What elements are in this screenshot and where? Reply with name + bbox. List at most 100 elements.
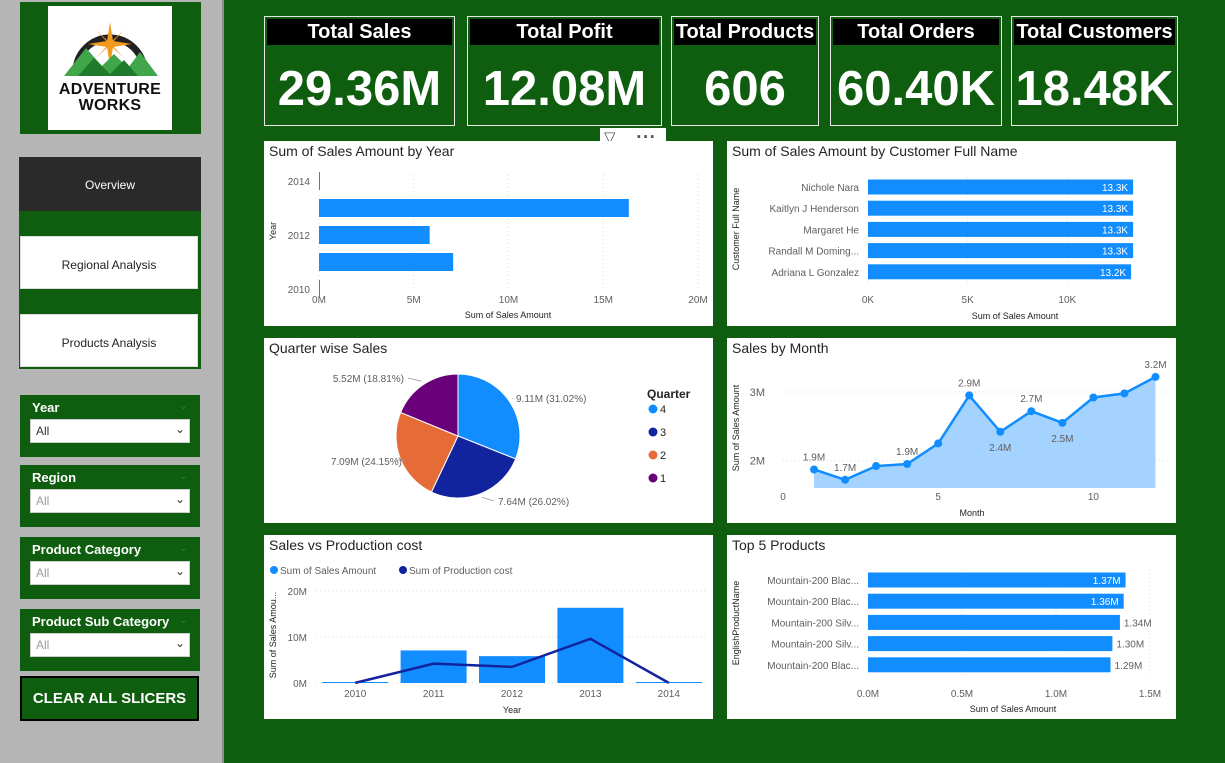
data-label: 13.3K: [1102, 247, 1128, 258]
chart-sales-vs-production-cost[interactable]: Sales vs Production cost 0M 10M 20M 2010 201…: [264, 535, 713, 719]
region-dropdown-value: All: [36, 494, 50, 508]
data-label: 1.36M: [1091, 597, 1119, 608]
x-tick-label: 2012: [501, 689, 524, 700]
y-tick-label: 20M: [288, 587, 307, 598]
x-tick-label: 1.5M: [1139, 689, 1161, 700]
y-tick-label: Kaitlyn J Henderson: [770, 204, 860, 215]
x-tick-label: 2014: [658, 689, 681, 700]
data-point: [1027, 407, 1036, 416]
data-label: 1.7M: [834, 463, 856, 474]
kpi-title: Total Sales: [267, 19, 452, 45]
y-axis-title: EnglishProductName: [731, 581, 741, 666]
y-tick-label: 0M: [293, 679, 307, 690]
data-label: 1.29M: [1115, 661, 1143, 672]
sales-by-month-plot: 2M 3M 0 5 10 1.9M 1.7M 1.9M 2.9M 2.4M 2.7M 2.5M 3.2M…: [731, 360, 1171, 518]
x-tick-label: 2011: [423, 689, 445, 700]
bar: [319, 226, 430, 244]
product-sub-category-slicer-label: Product Sub Category: [32, 614, 170, 629]
overview-button[interactable]: Overview: [19, 157, 201, 211]
kpi-value: 29.36M: [277, 62, 442, 116]
bar: [479, 656, 545, 683]
x-tick-label: 0.5M: [951, 689, 973, 700]
kpi-total-sales: Total Sales 29.36M: [264, 16, 455, 126]
year-dropdown[interactable]: All ⌄: [30, 419, 190, 443]
y-tick-label: 3M: [750, 387, 765, 399]
x-axis-title: Sum of Sales Amount: [970, 704, 1057, 714]
data-label: 2.7M: [1020, 394, 1042, 405]
x-tick-label: 1.0M: [1045, 689, 1067, 700]
kpi-value: 60.40K: [836, 62, 995, 116]
collapse-icon[interactable]: ⌄: [179, 613, 188, 626]
year-slicer-label: Year: [32, 400, 60, 415]
y-tick-label: Mountain-200 Silv...: [771, 618, 859, 629]
collapse-icon[interactable]: ⌄: [179, 541, 188, 554]
data-point: [1120, 389, 1129, 398]
x-tick-label: 2013: [579, 689, 602, 700]
x-tick-label: 0.0M: [857, 689, 879, 700]
data-point: [810, 465, 819, 474]
legend-marker: [648, 427, 658, 437]
logo-panel: ADVENTURE WORKS: [20, 2, 201, 134]
y-tick-label: 2010: [288, 285, 311, 296]
bar: [868, 243, 1134, 259]
regional-analysis-button[interactable]: Regional Analysis: [20, 236, 198, 289]
x-tick-label: 15M: [594, 295, 613, 306]
slice-label: 7.64M (26.02%): [498, 497, 569, 508]
y-tick-label: Mountain-200 Silv...: [771, 640, 859, 651]
legend-label: 2: [660, 450, 666, 462]
leader-line: [407, 377, 422, 382]
kpi-value: 606: [704, 62, 786, 116]
data-label: 2.5M: [1051, 434, 1073, 445]
x-tick-label: 2010: [344, 689, 367, 700]
kpi-total-products: Total Products 606: [671, 16, 819, 126]
region-dropdown[interactable]: All ⌄: [30, 489, 190, 513]
clear-all-slicers-button[interactable]: CLEAR ALL SLICERS: [20, 676, 199, 721]
product-category-dropdown[interactable]: All ⌄: [30, 561, 190, 585]
chart-sales-by-year[interactable]: Sum of Sales Amount by Year 0M 5M 10M 15M 20…: [264, 141, 713, 326]
leader-line: [482, 497, 495, 502]
chart-sales-by-month[interactable]: Sales by Month 2M 3M 0 5 10 1.9M 1.7M 1.9M 2.9M 2…: [727, 338, 1176, 523]
y-axis-title: Sum of Sales Amount: [731, 384, 741, 471]
bar: [400, 650, 467, 683]
chart-top-5-products[interactable]: Top 5 Products 0.0M 0.5M 1.0M 1.5M 1.37M Moun…: [727, 535, 1176, 719]
region-slicer: Region ⌄ All ⌄: [20, 465, 200, 527]
sidebar: ADVENTURE WORKS Overview Regional Analys…: [0, 0, 224, 763]
product-sub-category-dropdown[interactable]: All ⌄: [30, 633, 190, 657]
data-label: 2.9M: [958, 378, 980, 389]
bar: [319, 280, 320, 298]
x-axis-title: Sum of Sales Amount: [465, 310, 552, 320]
sales-by-customer-plot: 0K 5K 10K 13.3K Nichole Nara 13.3K Kaitlyn J H…: [731, 177, 1134, 321]
kpi-title: Total Products: [674, 19, 816, 45]
chart-sales-by-customer[interactable]: Sum of Sales Amount by Customer Full Nam…: [727, 141, 1176, 326]
data-label: 1.30M: [1116, 640, 1144, 651]
kpi-total-profit: Total Pofit 12.08M: [467, 16, 662, 126]
bar: [868, 636, 1113, 652]
data-label: 2.4M: [989, 443, 1011, 454]
legend-label: Sum of Production cost: [409, 566, 513, 577]
chart-quarter-wise-sales[interactable]: Quarter wise Sales 9.11M (31.02%) 7.64M (…: [264, 338, 713, 523]
collapse-icon[interactable]: ⌄: [179, 399, 188, 412]
y-tick-label: Margaret He: [803, 225, 859, 236]
legend-label: 4: [660, 404, 666, 416]
slice-label: 9.11M (31.02%): [516, 394, 586, 405]
y-tick-label: 10M: [288, 633, 307, 644]
collapse-icon[interactable]: ⌄: [179, 469, 188, 482]
x-tick-label: 10K: [1058, 295, 1076, 306]
chevron-down-icon: ⌄: [174, 492, 185, 506]
logo-mountain-icon: [64, 22, 158, 76]
bar: [319, 172, 320, 190]
year-slicer: Year ⌄ All ⌄: [20, 395, 200, 457]
y-tick-label: Nichole Nara: [801, 183, 859, 194]
bar: [557, 607, 624, 683]
y-tick-label: 2M: [750, 456, 765, 468]
kpi-total-customers: Total Customers 18.48K: [1011, 16, 1178, 126]
data-label: 1.34M: [1124, 618, 1152, 629]
x-tick-label: 5M: [407, 295, 421, 306]
x-tick-label: 5K: [962, 295, 975, 306]
products-analysis-button[interactable]: Products Analysis: [20, 314, 198, 367]
y-tick-label: 2014: [288, 177, 311, 188]
navigation-panel: Overview Regional Analysis Products Anal…: [19, 157, 201, 369]
data-label: 13.3K: [1102, 225, 1128, 236]
y-tick-label: Mountain-200 Blac...: [767, 597, 859, 608]
legend-label: 3: [660, 427, 666, 439]
